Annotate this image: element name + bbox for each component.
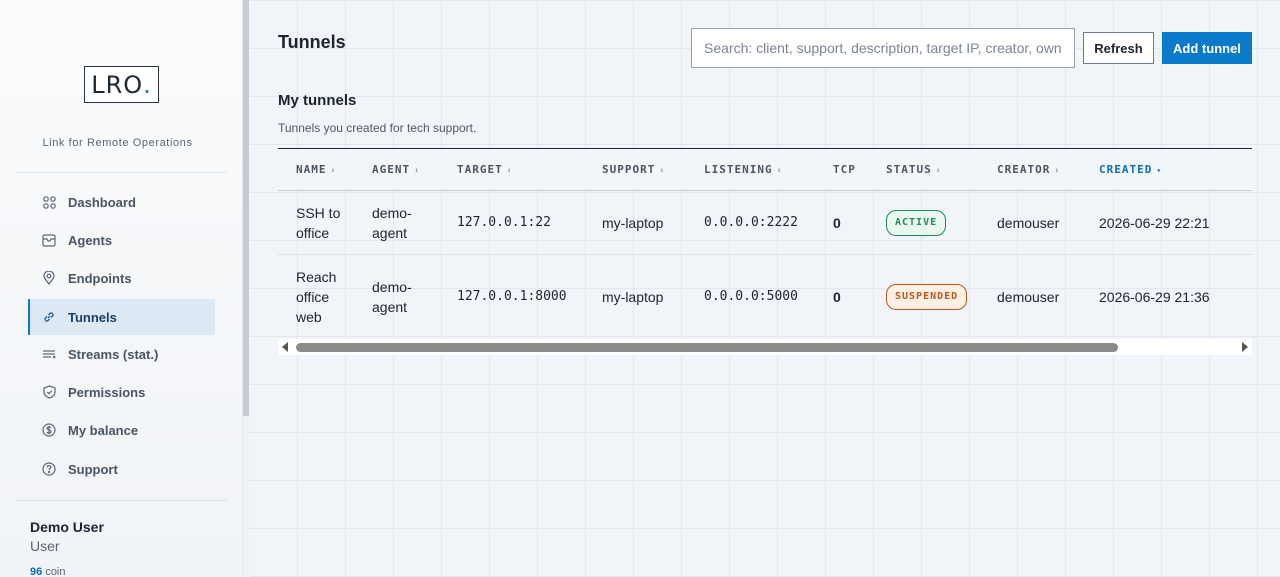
shield-icon	[42, 385, 56, 399]
sidebar-item-streams[interactable]: Streams (stat.)	[28, 336, 215, 372]
cell-support: my-laptop	[602, 288, 664, 305]
sidebar-item-label: Permissions	[68, 384, 146, 400]
cell-created: 2026-06-29 21:36	[1099, 288, 1210, 305]
inbox-icon	[42, 233, 56, 247]
cell-agent: demo-agent	[372, 204, 412, 241]
table-row[interactable]: SSH to office demo-agent 127.0.0.1:22 my…	[278, 191, 1252, 255]
cell-target: 127.0.0.1:8000	[457, 288, 567, 304]
sidebar-item-label: Tunnels	[68, 309, 117, 325]
location-pin-icon	[42, 271, 56, 285]
sort-icon: ⬍	[1054, 166, 1061, 175]
status-badge: SUSPENDED	[886, 283, 968, 310]
column-header-support[interactable]: SUPPORT ⬍	[584, 149, 686, 191]
section-subtitle: Tunnels you created for tech support.	[278, 121, 477, 135]
tunnels-table: NAME ⬍ AGENT ⬍ TARGET ⬍ SUPPORT ⬍ LISTENING ⬍…	[278, 148, 1252, 339]
cell-status: SUSPENDED	[868, 255, 979, 339]
sidebar-item-my-balance[interactable]: My balance	[28, 412, 215, 448]
cell-support: my-laptop	[602, 214, 664, 231]
user-role: User	[30, 538, 60, 554]
search-input[interactable]	[691, 28, 1075, 68]
status-badge: ACTIVE	[886, 209, 947, 236]
column-header-label: TCP	[833, 163, 856, 176]
cell-created: 2026-06-29 22:21	[1099, 214, 1210, 231]
coin-label: coin	[45, 566, 66, 577]
coin-amount: 96	[30, 566, 43, 577]
page-title: Tunnels	[278, 32, 346, 52]
link-icon	[42, 310, 56, 324]
scroll-left-arrow[interactable]	[282, 342, 288, 352]
sidebar: LRO. Link for Remote Operations Dashboar…	[0, 0, 243, 577]
column-header-status[interactable]: STATUS ⬍	[868, 149, 979, 191]
sidebar-divider-top	[16, 172, 227, 173]
sidebar-item-support[interactable]: Support	[28, 451, 215, 487]
cell-tcp: 0	[833, 288, 841, 305]
sort-icon: ⬍	[414, 166, 420, 175]
cell-tcp: 0	[833, 214, 841, 231]
column-header-label: TARGET	[457, 163, 503, 176]
column-header-label: STATUS	[886, 163, 932, 176]
add-tunnel-button[interactable]: Add tunnel	[1162, 32, 1252, 64]
streams-icon	[42, 347, 56, 361]
sort-icon: ⬍	[659, 166, 666, 175]
column-header-label: AGENT	[372, 163, 411, 176]
sort-desc-icon: ▾	[1156, 166, 1163, 175]
logo-dot: .	[143, 70, 152, 99]
sort-icon: ⬍	[935, 166, 942, 175]
column-header-tcp: TCP	[815, 149, 868, 191]
sidebar-item-label: Support	[68, 461, 118, 477]
sidebar-item-label: Streams (stat.)	[68, 346, 159, 362]
sidebar-item-dashboard[interactable]: Dashboard	[28, 184, 215, 220]
help-icon	[42, 462, 56, 476]
column-header-label: LISTENING	[704, 163, 773, 176]
column-header-label: SUPPORT	[602, 163, 656, 176]
logo-text: LRO	[91, 70, 144, 99]
sort-icon: ⬍	[506, 166, 513, 175]
sidebar-item-tunnels[interactable]: Tunnels	[28, 299, 215, 335]
cell-agent: demo-agent	[372, 278, 412, 315]
tunnels-table-wrapper: NAME ⬍ AGENT ⬍ TARGET ⬍ SUPPORT ⬍ LISTENING ⬍…	[278, 148, 1252, 358]
table-header: NAME ⬍ AGENT ⬍ TARGET ⬍ SUPPORT ⬍ LISTENING ⬍…	[278, 148, 1252, 191]
scroll-right-arrow[interactable]	[1242, 342, 1248, 352]
column-header-target[interactable]: TARGET ⬍	[439, 149, 584, 191]
section-title: My tunnels	[278, 92, 357, 109]
column-header-creator[interactable]: CREATOR ⬍	[979, 149, 1081, 191]
cell-name: SSH to office	[296, 204, 341, 241]
cell-target: 127.0.0.1:22	[457, 214, 551, 230]
table-horizontal-scrollbar[interactable]	[278, 339, 1252, 355]
scrollbar-thumb[interactable]	[296, 343, 1118, 352]
main-content: Tunnels Refresh Add tunnel My tunnels Tu…	[250, 0, 1280, 577]
sort-icon: ⬍	[330, 166, 337, 175]
column-header-created[interactable]: CREATED ▾	[1081, 149, 1252, 191]
sidebar-item-permissions[interactable]: Permissions	[28, 374, 215, 410]
sidebar-item-label: Endpoints	[68, 270, 132, 286]
column-header-listening[interactable]: LISTENING ⬍	[686, 149, 815, 191]
cell-listening: 0.0.0.0:5000	[704, 288, 798, 304]
cell-creator: demouser	[997, 288, 1060, 305]
column-header-label: NAME	[296, 163, 327, 176]
cell-listening: 0.0.0.0:2222	[704, 214, 798, 230]
cell-creator: demouser	[997, 214, 1060, 231]
sidebar-scrollbar[interactable]	[243, 0, 249, 416]
column-header-agent[interactable]: AGENT ⬍	[354, 149, 439, 191]
user-name: Demo User	[30, 519, 104, 535]
sidebar-divider-bottom	[16, 500, 227, 501]
sidebar-item-agents[interactable]: Agents	[28, 222, 215, 258]
grid-icon	[42, 195, 56, 209]
cell-status: ACTIVE	[868, 191, 979, 255]
column-header-label: CREATED	[1099, 163, 1153, 176]
column-header-label: CREATOR	[997, 163, 1051, 176]
cell-name: Reach office web	[296, 268, 337, 325]
logo[interactable]: LRO.	[84, 66, 159, 103]
dollar-icon	[42, 423, 56, 437]
table-row[interactable]: Reach office web demo-agent 127.0.0.1:80…	[278, 255, 1252, 339]
tagline: Link for Remote Operations	[42, 137, 193, 149]
sidebar-item-label: Dashboard	[68, 194, 136, 210]
refresh-button[interactable]: Refresh	[1083, 32, 1154, 64]
sidebar-item-label: My balance	[68, 422, 139, 438]
sort-icon: ⬍	[776, 166, 783, 175]
sidebar-item-endpoints[interactable]: Endpoints	[28, 260, 215, 296]
column-header-name[interactable]: NAME ⬍	[278, 149, 354, 191]
sidebar-item-label: Agents	[68, 232, 113, 248]
user-balance: 96 coin	[30, 566, 66, 577]
